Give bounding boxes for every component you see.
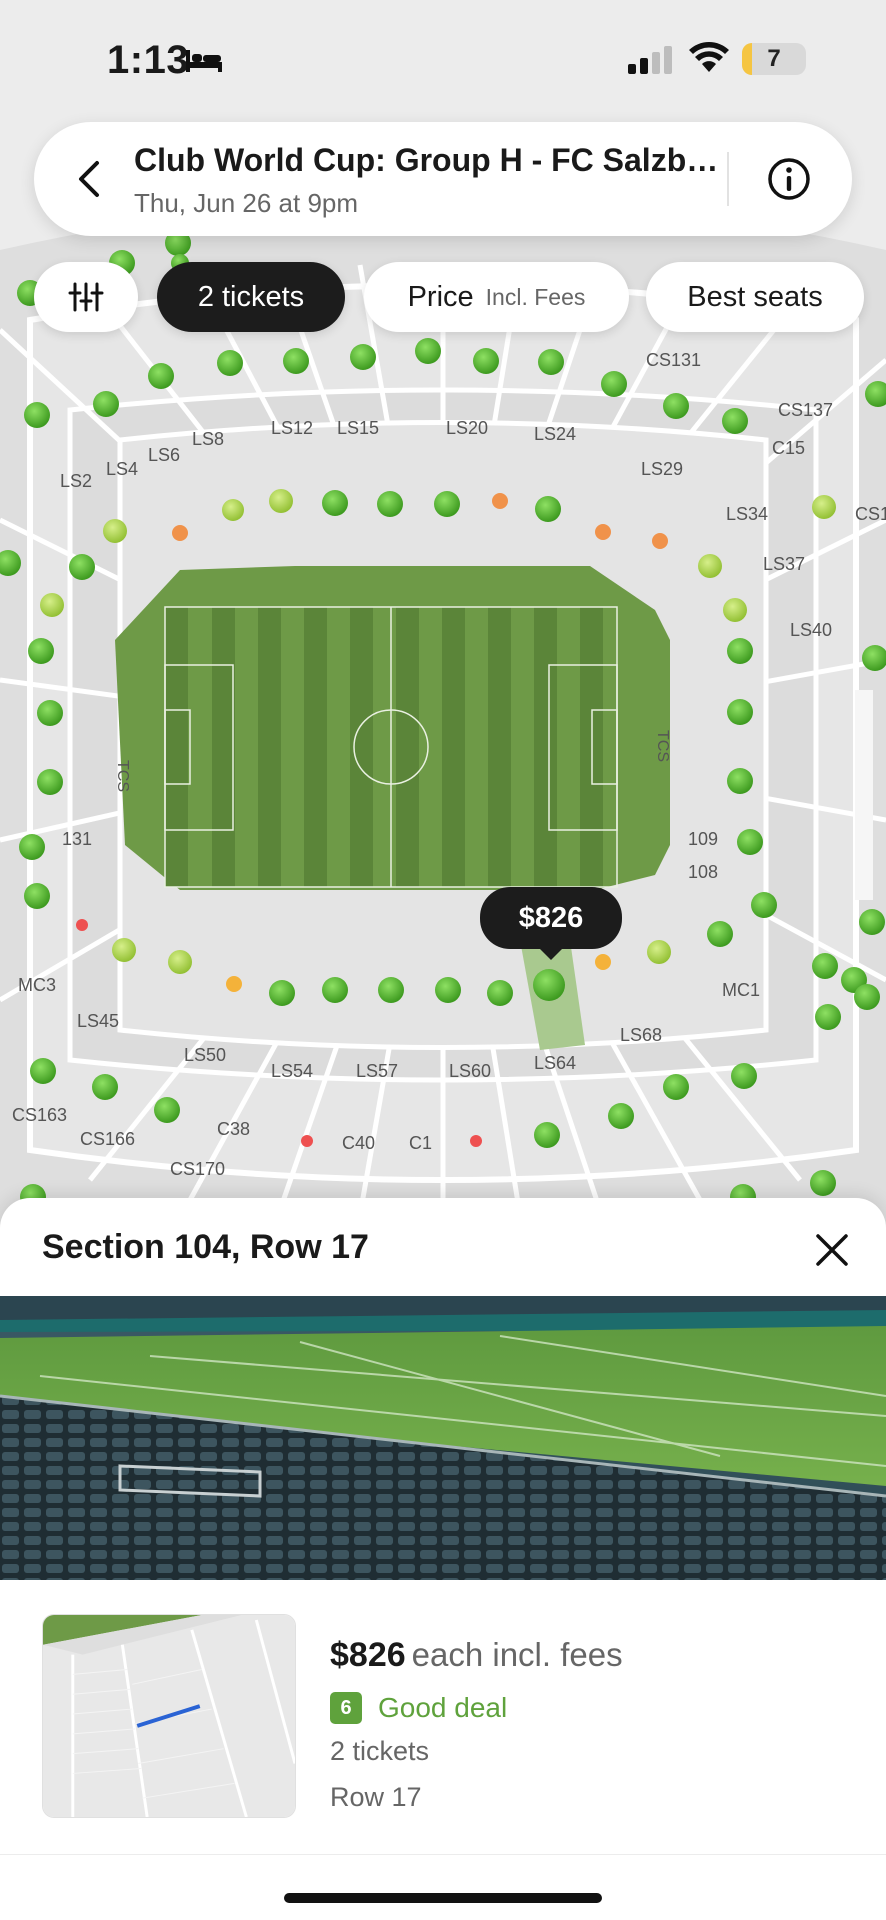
battery-icon: 7 — [742, 43, 806, 75]
event-date: Thu, Jun 26 at 9pm — [134, 188, 359, 218]
svg-text:LS8: LS8 — [192, 429, 224, 449]
status-bar: 1:13 7 — [0, 0, 886, 120]
cellular-signal-icon — [628, 46, 672, 74]
svg-text:LS64: LS64 — [534, 1053, 576, 1073]
svg-text:LS68: LS68 — [620, 1025, 662, 1045]
event-header: Club World Cup: Group H - FC Salzburg vs… — [34, 122, 852, 236]
svg-text:LS20: LS20 — [446, 418, 488, 438]
svg-text:CS166: CS166 — [80, 1129, 135, 1149]
listing-ticket-count: 2 tickets — [330, 1736, 430, 1766]
sheet-divider — [0, 1854, 886, 1855]
event-title: Club World Cup: Group H - FC Salzburg vs… — [134, 142, 724, 178]
svg-text:MC1: MC1 — [722, 980, 760, 1000]
svg-text:LS37: LS37 — [763, 554, 805, 574]
price-filter-sublabel: Incl. Fees — [485, 283, 586, 310]
close-icon[interactable] — [812, 1230, 852, 1270]
ticket-quantity-label: 2 tickets — [197, 280, 305, 313]
svg-text:CS1: CS1 — [855, 504, 886, 524]
listing-row: Row 17 — [330, 1782, 422, 1812]
header-divider — [727, 152, 729, 206]
svg-text:C40: C40 — [342, 1133, 375, 1153]
sleep-focus-icon — [186, 50, 222, 72]
price-pin-pointer — [537, 946, 565, 960]
svg-text:131: 131 — [62, 829, 92, 849]
listing-price-value: $826 — [330, 1636, 406, 1674]
sort-best-seats-button[interactable]: Best seats — [646, 262, 864, 332]
listing-price-suffix: each incl. fees — [411, 1636, 623, 1673]
sort-label: Best seats — [687, 280, 823, 313]
svg-text:LS6: LS6 — [148, 445, 180, 465]
filter-bar: 2 tickets Price Incl. Fees Best seats — [0, 262, 886, 332]
svg-text:LS15: LS15 — [337, 418, 379, 438]
svg-text:109: 109 — [688, 829, 718, 849]
svg-text:C1: C1 — [409, 1133, 432, 1153]
svg-text:LS57: LS57 — [356, 1061, 398, 1081]
info-icon[interactable] — [766, 156, 812, 202]
back-button[interactable] — [64, 154, 114, 204]
svg-text:LS29: LS29 — [641, 459, 683, 479]
chevron-left-icon — [79, 161, 99, 197]
sliders-icon — [68, 282, 104, 312]
price-filter-label: Price — [407, 280, 474, 313]
wifi-icon — [689, 42, 729, 72]
svg-text:LS4: LS4 — [106, 459, 138, 479]
svg-text:LS24: LS24 — [534, 424, 576, 444]
price-filter-button[interactable]: Price Incl. Fees — [364, 262, 629, 332]
svg-text:CS137: CS137 — [778, 400, 833, 420]
svg-text:TCS: TCS — [654, 730, 671, 762]
listing-section-title: Section 104, Row 17 — [42, 1228, 369, 1266]
svg-text:LS2: LS2 — [60, 471, 92, 491]
svg-text:C15: C15 — [772, 438, 805, 458]
section-thumbnail-map — [42, 1614, 296, 1818]
home-indicator[interactable] — [284, 1893, 602, 1903]
ticket-quantity-button[interactable]: 2 tickets — [157, 262, 345, 332]
selected-price-pin[interactable]: $826 — [480, 887, 622, 949]
svg-text:CS170: CS170 — [170, 1159, 225, 1179]
view-from-seat-photo — [0, 1296, 886, 1580]
listing-price: $826 each incl. fees — [330, 1636, 623, 1675]
svg-text:MC3: MC3 — [18, 975, 56, 995]
svg-text:LS40: LS40 — [790, 620, 832, 640]
svg-text:108: 108 — [688, 862, 718, 882]
svg-text:LS34: LS34 — [726, 504, 768, 524]
svg-text:CS131: CS131 — [646, 350, 701, 370]
deal-rating: 6 Good deal — [330, 1690, 507, 1726]
svg-text:LS54: LS54 — [271, 1061, 313, 1081]
svg-text:C38: C38 — [217, 1119, 250, 1139]
svg-text:TCS: TCS — [114, 760, 131, 792]
status-time: 1:13 — [107, 38, 190, 82]
deal-score-badge: 6 — [330, 1692, 362, 1724]
battery-level: 7 — [767, 45, 781, 72]
listing-detail-sheet: Section 104, Row 17 $826 each incl. fees… — [0, 1198, 886, 1920]
svg-text:LS60: LS60 — [449, 1061, 491, 1081]
svg-text:LS12: LS12 — [271, 418, 313, 438]
svg-text:LS50: LS50 — [184, 1045, 226, 1065]
filters-button[interactable] — [34, 262, 138, 332]
deal-label: Good deal — [378, 1692, 508, 1723]
svg-text:CS163: CS163 — [12, 1105, 67, 1125]
svg-text:LS45: LS45 — [77, 1011, 119, 1031]
